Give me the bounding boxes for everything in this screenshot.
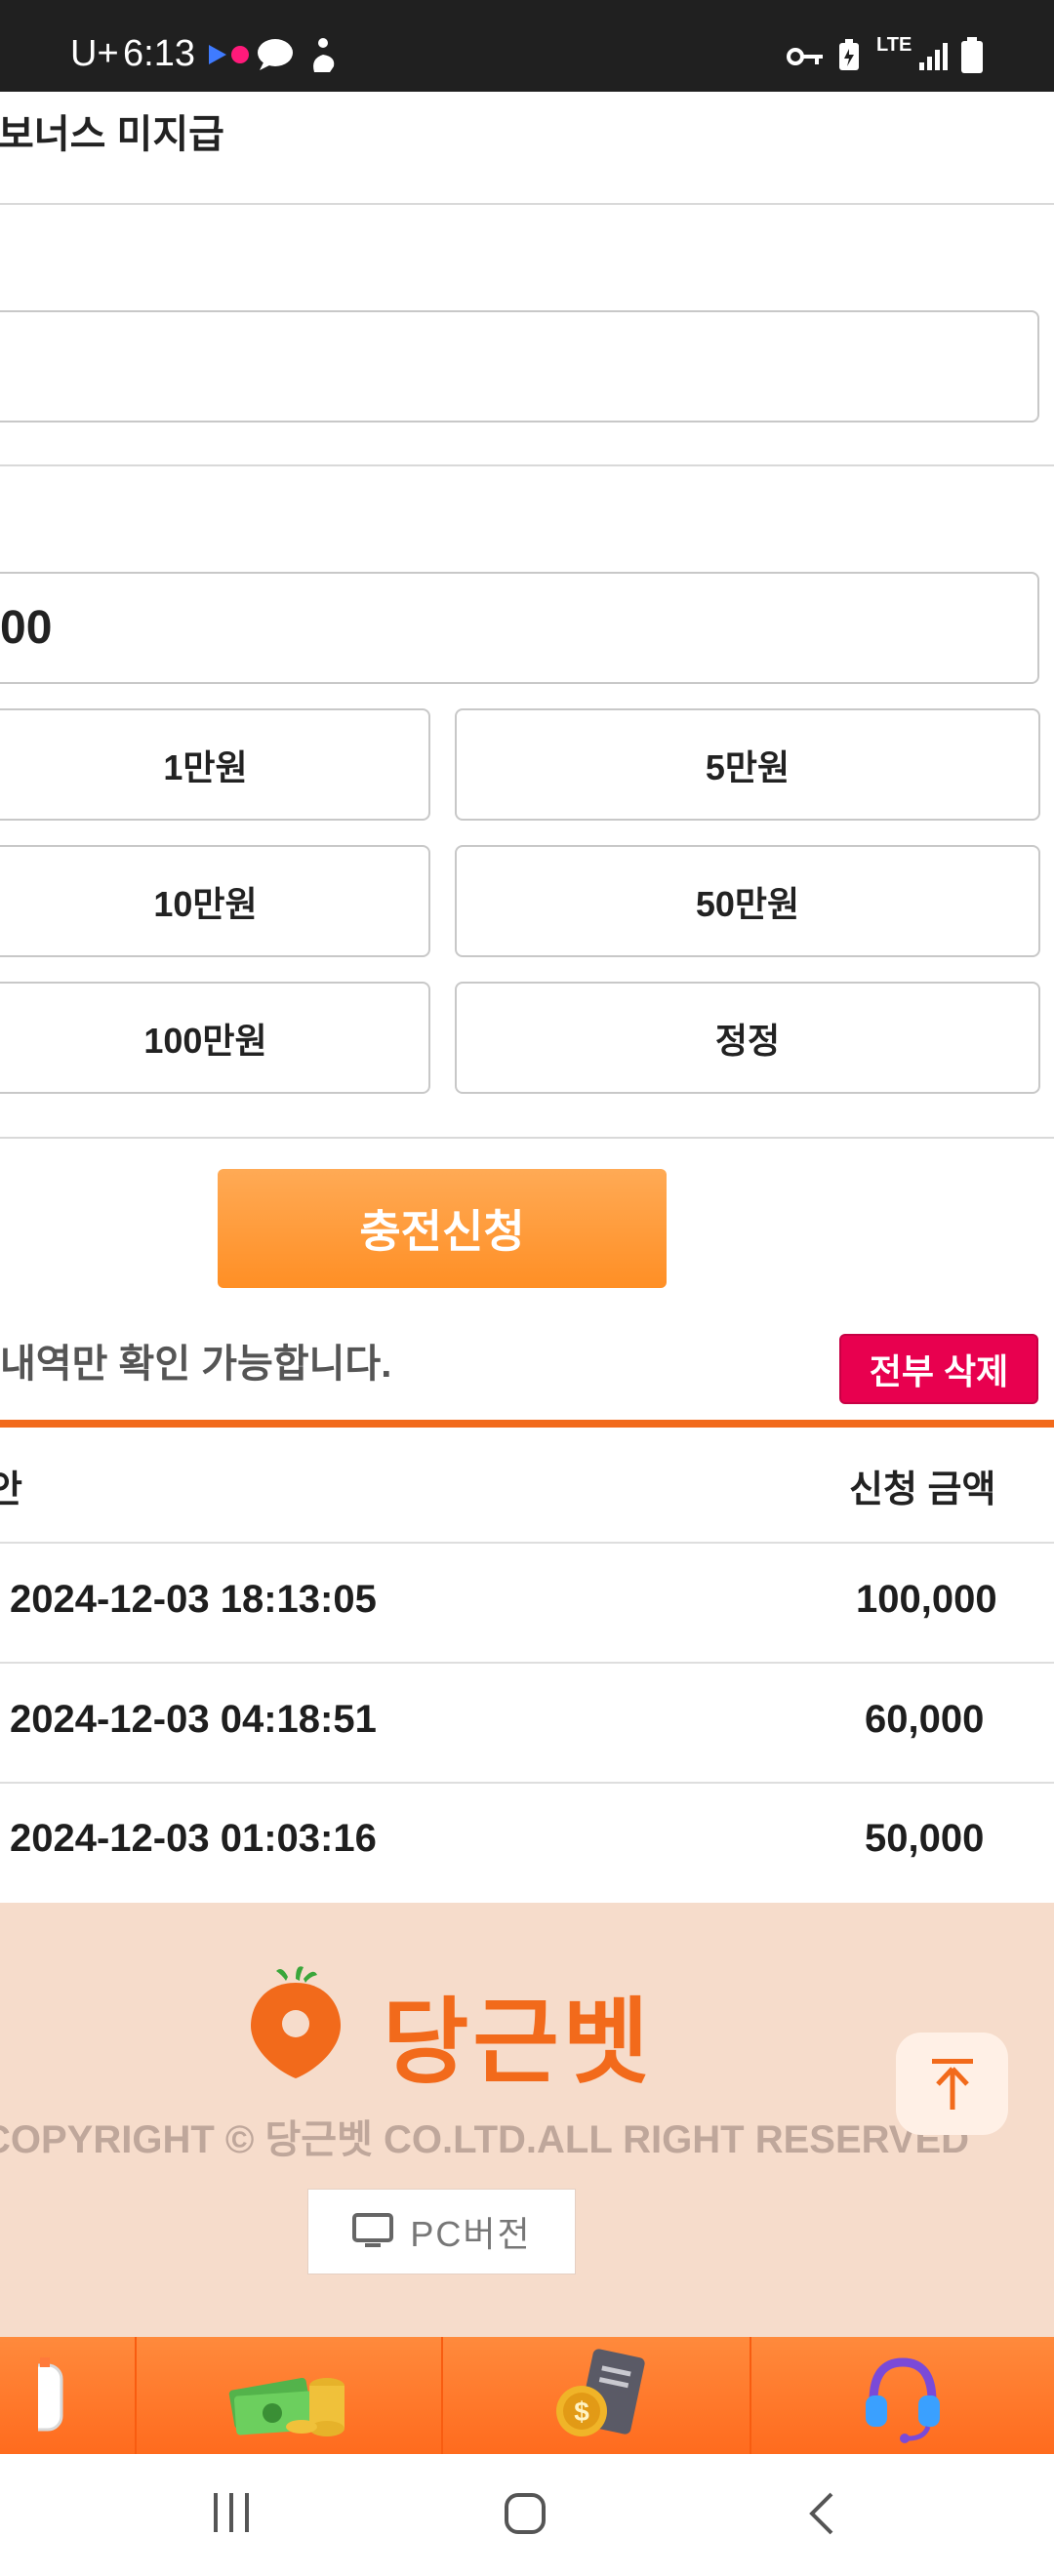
headset-support-icon (866, 2357, 940, 2443)
svg-text:$: $ (574, 2396, 589, 2427)
divider (0, 1137, 1054, 1139)
divider (0, 464, 1054, 466)
row-3-datetime: 2024-12-03 01:03:16 (10, 1817, 377, 1860)
money-stack-icon (228, 2377, 345, 2436)
status-bar: U+ 6:13 LTE (0, 0, 1054, 92)
tab-app[interactable] (0, 2337, 135, 2454)
status-time: 6:13 (123, 33, 195, 74)
row-3-amount: 50,000 (865, 1817, 985, 1860)
submit-charge-button[interactable]: 충전신청 (218, 1169, 667, 1288)
bonus-label: 보너스 미지급 (0, 113, 224, 156)
app-tab-icon (38, 2357, 63, 2432)
pc-version-label: PC버전 (410, 2214, 532, 2254)
carrot-logo-icon (251, 1966, 341, 2078)
row-divider (0, 1662, 1054, 1664)
amount-50k-button[interactable]: 5만원 (455, 708, 1040, 821)
brand-logo-text: 당근벳 (383, 1991, 653, 2095)
amount-value: 00 (0, 602, 53, 654)
reset-button[interactable]: 정정 (455, 982, 1040, 1094)
carrier-label: U+ (70, 33, 119, 74)
amount-100k-button[interactable]: 10만원 (0, 845, 430, 957)
table-header-amount: 신청 금액 (849, 1469, 996, 1510)
notice-text: 내역만 확인 가능합니다. (0, 1343, 392, 1386)
account-input[interactable] (0, 310, 1039, 423)
chat-bubble-icon (258, 39, 293, 70)
table-top-border (0, 1420, 1054, 1428)
tab-withdraw[interactable]: $ (443, 2337, 750, 2454)
flickr-icon (209, 45, 249, 64)
scroll-top-button[interactable] (896, 2033, 1008, 2135)
row-2-amount: 60,000 (865, 1698, 985, 1741)
coin-document-icon: $ (556, 2349, 645, 2436)
delete-all-button[interactable]: 전부 삭제 (839, 1334, 1038, 1404)
row-divider (0, 1782, 1054, 1784)
tab-deposit[interactable] (137, 2337, 441, 2454)
lte-icon: LTE (876, 34, 912, 56)
wheelchair-app-icon (313, 38, 335, 72)
monitor-icon (352, 2213, 394, 2247)
battery-saver-icon (839, 39, 859, 70)
amount-1m-button[interactable]: 100만원 (0, 982, 430, 1094)
arrow-up-to-top-icon (931, 2058, 973, 2110)
row-2-datetime: 2024-12-03 04:18:51 (10, 1698, 377, 1741)
back-button[interactable] (806, 2490, 835, 2537)
home-button[interactable] (504, 2492, 547, 2535)
amount-input[interactable]: 00 (0, 572, 1039, 684)
battery-icon (961, 37, 983, 73)
pc-version-button[interactable]: PC버전 (307, 2189, 576, 2274)
signal-icon (919, 43, 948, 70)
amount-500k-button[interactable]: 50만원 (455, 845, 1040, 957)
row-1-datetime: 2024-12-03 18:13:05 (10, 1578, 377, 1621)
copyright-text: COPYRIGHT © 당근벳 CO.LTD.ALL RIGHT RESERVE… (0, 2118, 970, 2161)
table-header-date: 안 (0, 1469, 22, 1510)
vpn-key-icon (787, 48, 823, 65)
divider (0, 203, 1054, 205)
row-1-amount: 100,000 (856, 1578, 997, 1621)
row-divider (0, 1542, 1054, 1544)
recents-button[interactable] (210, 2493, 253, 2532)
tab-support[interactable] (751, 2337, 1054, 2454)
amount-10k-button[interactable]: 1만원 (0, 708, 430, 821)
